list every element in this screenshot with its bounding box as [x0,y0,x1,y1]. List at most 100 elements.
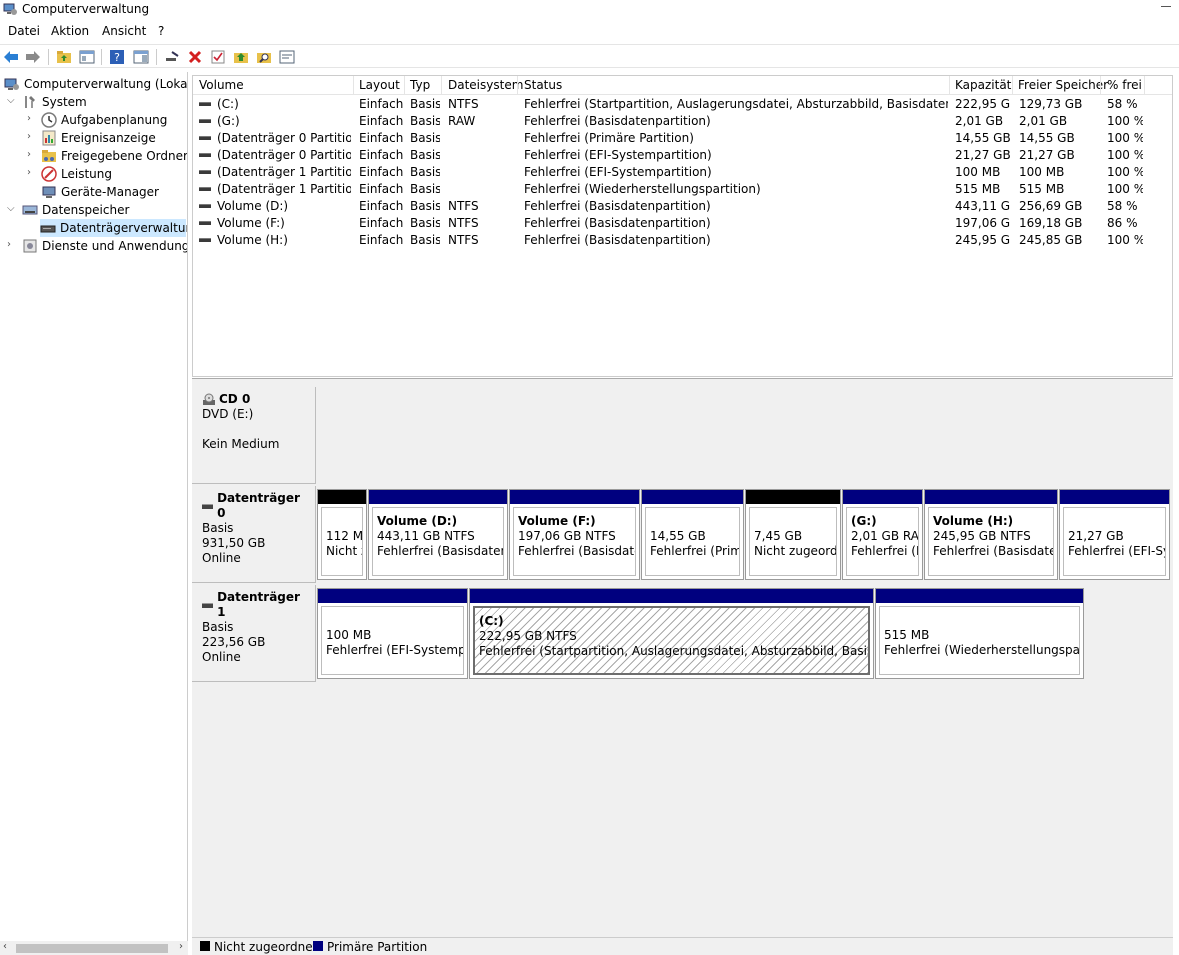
column-kapazitaet[interactable]: Kapazität [955,78,1011,92]
column-volume[interactable]: Volume [199,78,244,92]
partition-info: Volume (D:) 443,11 GB NTFS Fehlerfrei (Bas… [372,507,504,576]
disk0-partition[interactable]: 112 MBNicht zugeordnet [317,489,367,580]
partition-info: Volume (F:) 197,06 GB NTFS Fehlerfrei (Bas… [513,507,636,576]
disk-row-1: Datenträger 1 Basis 223,56 GB Online 100… [192,585,1173,682]
disk0-partition[interactable]: Volume (F:) 197,06 GB NTFS Fehlerfrei (Bas… [509,489,640,580]
chevron-right-icon[interactable]: › [27,113,31,124]
cell-layout: Einfach [359,233,403,247]
scrollbar-thumb[interactable] [16,944,168,953]
disk0-partition[interactable]: 21,27 GBFehlerfrei (EFI-Systempartition) [1059,489,1170,580]
disk-graphical-view: CD 0 DVD (E:) Kein Medium Datenträger 0 … [192,382,1173,937]
partition-info: (C:) 222,95 GB NTFS Fehlerfrei (Startparti… [473,606,870,675]
tree-item-datentraegerverwaltung[interactable]: Datenträgerverwaltung [40,219,187,237]
column-typ[interactable]: Typ [410,78,430,92]
chevron-right-icon[interactable]: › [27,149,31,160]
action-pane-button[interactable] [132,48,150,66]
disk0-partition[interactable]: Volume (H:) 245,95 GB NTFS Fehlerfrei (Bas… [924,489,1058,580]
tree-item-geraete-manager[interactable]: Geräte-Manager [41,183,159,201]
column-dateisystem[interactable]: Dateisystem [448,78,523,92]
column-freier-speicher[interactable]: Freier Speicher [1018,78,1108,92]
tree-horizontal-scrollbar[interactable]: ‹ › [0,941,188,955]
table-row[interactable]: Volume (H:) Einfach Basis NTFS Fehlerfrei (B… [193,232,1172,249]
minimize-button[interactable] [1161,6,1171,7]
table-row[interactable]: (G:) Einfach Basis RAW Fehlerfrei (Basisdate… [193,113,1172,130]
cell-layout: Einfach [359,165,403,179]
chevron-right-icon[interactable]: › [27,167,31,178]
cell-volume: (Datenträger 0 Partition 4) [199,131,351,145]
device-manager-icon [42,186,56,198]
tree-item-computerverwaltung[interactable]: Computerverwaltung (Lokal) [4,75,187,93]
computer-management-icon [4,78,19,90]
column-prozent-frei[interactable]: % frei [1107,78,1142,92]
disk0-partition[interactable]: 7,45 GBNicht zugeordnet [745,489,841,580]
chevron-down-icon[interactable]: ⌵ [7,203,15,214]
disk-label-cd0[interactable]: CD 0 DVD (E:) Kein Medium [192,387,316,484]
drive-connect-icon [166,51,179,61]
tree-item-leistung[interactable]: Leistung [41,165,112,183]
show-hide-tree-button[interactable] [78,48,96,66]
cell-status: Fehlerfrei (EFI-Systempartition) [524,148,712,162]
partition-color-bar [369,490,507,504]
forward-button[interactable] [24,48,42,66]
column-layout[interactable]: Layout [359,78,400,92]
scroll-left-icon[interactable]: ‹ [3,941,7,952]
menu-aktion[interactable]: Aktion [51,24,89,38]
scroll-right-icon[interactable]: › [179,941,183,952]
disk-label-0[interactable]: Datenträger 0 Basis 931,50 GB Online [192,486,316,583]
settings-button[interactable] [278,48,296,66]
chevron-right-icon[interactable]: › [7,239,11,250]
export-button[interactable] [232,48,250,66]
table-row[interactable]: Volume (D:) Einfach Basis NTFS Fehlerfrei (B… [193,198,1172,215]
table-row[interactable]: (Datenträger 0 Partition 4) Einfach Basis F… [193,130,1172,147]
tree-item-freigegebene-ordner[interactable]: Freigegebene Ordner [41,147,187,165]
disk-name: Datenträger 0 [217,491,300,520]
disk1-partition[interactable]: 100 MBFehlerfrei (EFI-Systempartition) [317,588,468,679]
tree-item-system[interactable]: System [22,93,87,111]
help-button[interactable]: ? [108,48,126,66]
disk-label-1[interactable]: Datenträger 1 Basis 223,56 GB Online [192,585,316,682]
pane-icon [133,50,149,64]
back-button[interactable] [2,48,20,66]
chevron-down-icon[interactable]: ⌵ [7,95,15,106]
table-row[interactable]: (Datenträger 0 Partition 7) Einfach Basis F… [193,147,1172,164]
disk0-partition[interactable]: (G:)2,01 GB RAWFehlerfrei (Basisdatenpar… [842,489,923,580]
partition-size: 443,11 GB NTFS [377,529,475,543]
cell-status: Fehlerfrei (Basisdatenpartition) [524,114,711,128]
tree-label: System [42,95,87,109]
tree-item-aufgabenplanung[interactable]: Aufgabenplanung [41,111,167,129]
table-row[interactable]: (C:) Einfach Basis NTFS Fehlerfrei (Startpar… [193,96,1172,113]
chevron-right-icon[interactable]: › [27,131,31,142]
column-status[interactable]: Status [524,78,562,92]
menu-datei[interactable]: Datei [8,24,40,38]
cell-cap: 197,06 GB [955,216,1011,230]
tree-item-dienste[interactable]: Dienste und Anwendungen [22,237,187,255]
partition-color-bar [1060,490,1169,504]
tree-item-datenspeicher[interactable]: Datenspeicher [22,201,129,219]
disk0-partition[interactable]: Volume (D:) 443,11 GB NTFS Fehlerfrei (Bas… [368,489,508,580]
menu-help[interactable]: ? [158,24,164,38]
search-button[interactable] [255,48,273,66]
cell-volume: (C:) [199,97,351,111]
connect-drive-button[interactable] [163,48,181,66]
disk0-partition[interactable]: 14,55 GBFehlerfrei (Primäre Partition) [641,489,744,580]
disk1-partition[interactable]: (C:) 222,95 GB NTFS Fehlerfrei (Startparti… [469,588,874,679]
delete-button[interactable] [186,48,204,66]
menu-ansicht[interactable]: Ansicht [102,24,146,38]
cell-status: Fehlerfrei (Wiederherstellungspartition) [524,182,761,196]
cell-cap: 443,11 GB [955,199,1011,213]
partition-title: Volume (F:) [518,514,596,528]
table-row[interactable]: (Datenträger 1 Partition 4) Einfach Basis F… [193,181,1172,198]
properties-button[interactable] [209,48,227,66]
tree-item-ereignisanzeige[interactable]: Ereignisanzeige [41,129,156,147]
cell-typ: Basis [410,97,440,111]
cell-status: Fehlerfrei (EFI-Systempartition) [524,165,712,179]
cell-cap: 515 MB [955,182,1001,196]
cell-pct: 100 % [1107,233,1143,247]
partition-status: Fehlerfrei (Basisdatenpartition) [377,544,503,558]
cell-layout: Einfach [359,199,403,213]
up-folder-button[interactable] [55,48,73,66]
table-row[interactable]: (Datenträger 1 Partition 1) Einfach Basis F… [193,164,1172,181]
disk1-partition[interactable]: 515 MBFehlerfrei (Wiederherstellungspart… [875,588,1084,679]
table-row[interactable]: Volume (F:) Einfach Basis NTFS Fehlerfrei (B… [193,215,1172,232]
cell-typ: Basis [410,148,440,162]
